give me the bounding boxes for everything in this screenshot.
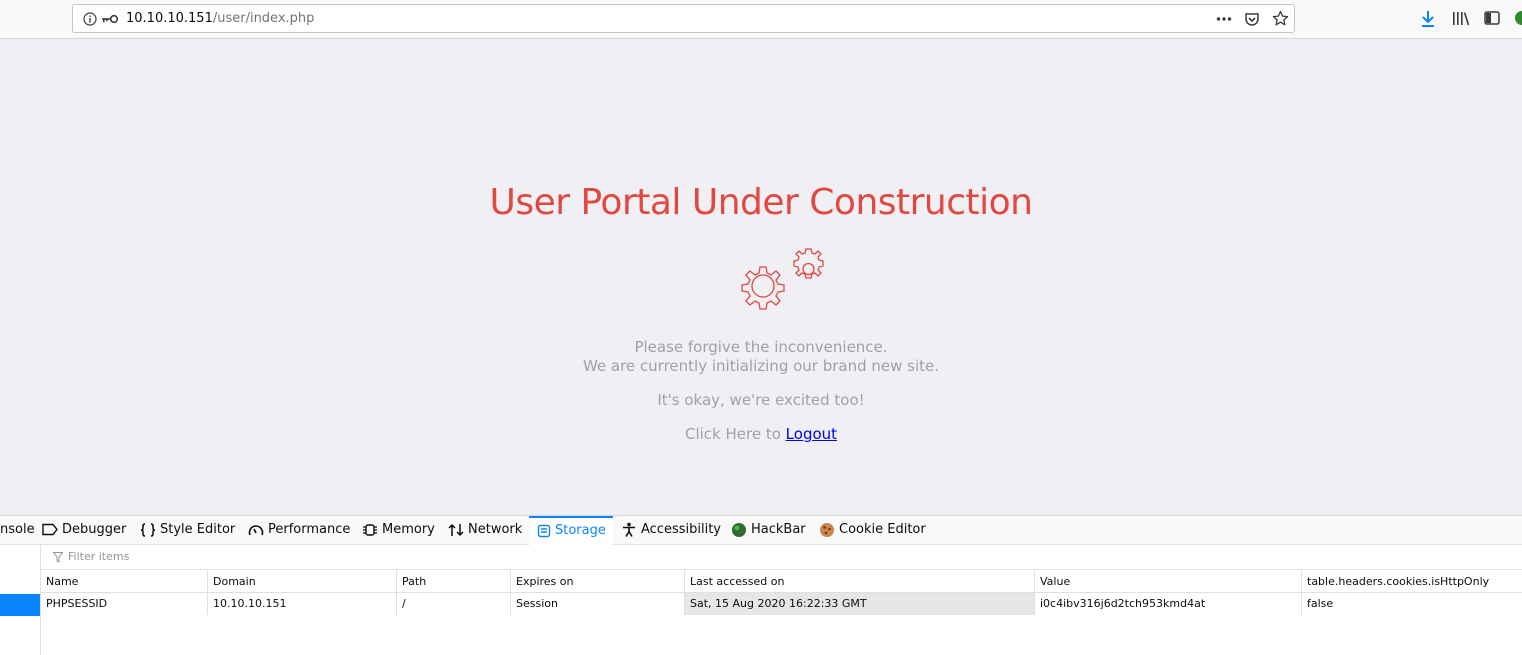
- column-header-name[interactable]: Name: [41, 570, 207, 593]
- tab-console[interactable]: nsole: [0, 516, 35, 545]
- page-title: User Portal Under Construction: [489, 182, 1034, 223]
- cookies-table-header: Name Domain Path Expires on Last accesse…: [41, 570, 1522, 593]
- tab-style-editor[interactable]: Style Editor: [140, 516, 235, 545]
- gauge-icon: [248, 524, 264, 535]
- sidebar-icon[interactable]: [1484, 10, 1500, 26]
- key-icon[interactable]: [101, 13, 119, 25]
- tab-label: Accessibility: [641, 522, 721, 537]
- cell-expires[interactable]: Session: [510, 593, 684, 615]
- url-host: 10.10.10.151: [126, 11, 213, 26]
- cell-value[interactable]: i0c4ibv316j6d2tch953kmd4at: [1034, 593, 1301, 615]
- pocket-icon[interactable]: [1244, 11, 1260, 27]
- tab-label: Storage: [555, 523, 606, 538]
- memory-chip-icon: [363, 523, 377, 536]
- tab-label: Debugger: [62, 522, 127, 537]
- page-actions-icon[interactable]: [1216, 13, 1232, 25]
- debugger-icon: [42, 523, 58, 536]
- cell-domain[interactable]: 10.10.10.151: [207, 593, 396, 615]
- storage-icon: [537, 524, 551, 537]
- info-icon[interactable]: [83, 12, 97, 26]
- column-header-path[interactable]: Path: [396, 570, 510, 593]
- column-header-value[interactable]: Value: [1034, 570, 1301, 593]
- downloads-icon[interactable]: [1420, 10, 1436, 28]
- tab-network[interactable]: Network: [448, 516, 522, 545]
- url-text[interactable]: 10.10.10.151/user/index.php: [126, 11, 314, 26]
- tab-label: Memory: [382, 522, 435, 537]
- filter-bar[interactable]: Filter items: [41, 545, 1522, 570]
- url-path: /user/index.php: [212, 11, 315, 26]
- storage-tree: [0, 545, 41, 655]
- logout-prefix: Click Here to: [684, 425, 781, 443]
- gears-icon: [741, 248, 824, 310]
- tab-storage[interactable]: Storage: [529, 516, 613, 545]
- tab-memory[interactable]: Memory: [362, 516, 435, 545]
- tab-label: Network: [468, 522, 523, 537]
- storage-tree-selected-item[interactable]: [0, 594, 40, 616]
- page-content: User Portal Under Construction Please fo…: [0, 39, 1522, 515]
- tab-label: Performance: [268, 522, 351, 537]
- logout-line: Click Here to Logout: [0, 425, 1522, 443]
- column-header-domain[interactable]: Domain: [207, 570, 396, 593]
- tab-debugger[interactable]: Debugger: [42, 516, 126, 545]
- extension-icon[interactable]: [1514, 10, 1522, 26]
- initializing-line: We are currently initializing our brand …: [582, 357, 940, 375]
- tab-label: HackBar: [751, 522, 806, 537]
- table-row[interactable]: PHPSESSID 10.10.10.151 / Session Sat, 15…: [41, 593, 1522, 615]
- tab-label: Style Editor: [160, 522, 236, 537]
- column-header-last-accessed[interactable]: Last accessed on: [684, 570, 1034, 593]
- network-arrows-icon: [448, 523, 464, 536]
- devtools-panel: nsole Debugger Style Editor Performance …: [0, 515, 1522, 655]
- tab-performance[interactable]: Performance: [248, 516, 350, 545]
- cell-name[interactable]: PHPSESSID: [41, 593, 207, 615]
- bookmark-star-icon[interactable]: [1272, 10, 1289, 27]
- browser-toolbar: 10.10.10.151/user/index.php: [0, 0, 1522, 39]
- library-icon[interactable]: [1452, 10, 1470, 26]
- accessibility-icon: [623, 522, 635, 537]
- filter-input[interactable]: Filter items: [68, 550, 129, 563]
- tab-cookie-editor[interactable]: Cookie Editor: [819, 516, 926, 545]
- logout-link[interactable]: Logout: [786, 425, 837, 443]
- column-header-expires[interactable]: Expires on: [510, 570, 684, 593]
- braces-icon: [140, 522, 156, 537]
- apology-line: Please forgive the inconvenience.: [634, 338, 888, 356]
- tab-label: nsole: [0, 522, 35, 537]
- tab-accessibility[interactable]: Accessibility: [621, 516, 721, 545]
- cell-last-accessed[interactable]: Sat, 15 Aug 2020 16:22:33 GMT: [684, 593, 1034, 615]
- hackbar-icon: [732, 522, 746, 537]
- tab-hackbar[interactable]: HackBar: [731, 516, 806, 545]
- excited-line: It's okay, we're excited too!: [657, 391, 865, 409]
- column-header-httponly[interactable]: table.headers.cookies.isHttpOnly: [1301, 570, 1522, 593]
- cell-path[interactable]: /: [396, 593, 510, 615]
- tab-label: Cookie Editor: [839, 522, 926, 537]
- filter-icon: [53, 552, 63, 563]
- cell-httponly[interactable]: false: [1301, 593, 1522, 615]
- devtools-tabbar: nsole Debugger Style Editor Performance …: [0, 516, 1522, 545]
- url-bar[interactable]: 10.10.10.151/user/index.php: [72, 4, 1295, 33]
- cookie-icon: [820, 522, 834, 537]
